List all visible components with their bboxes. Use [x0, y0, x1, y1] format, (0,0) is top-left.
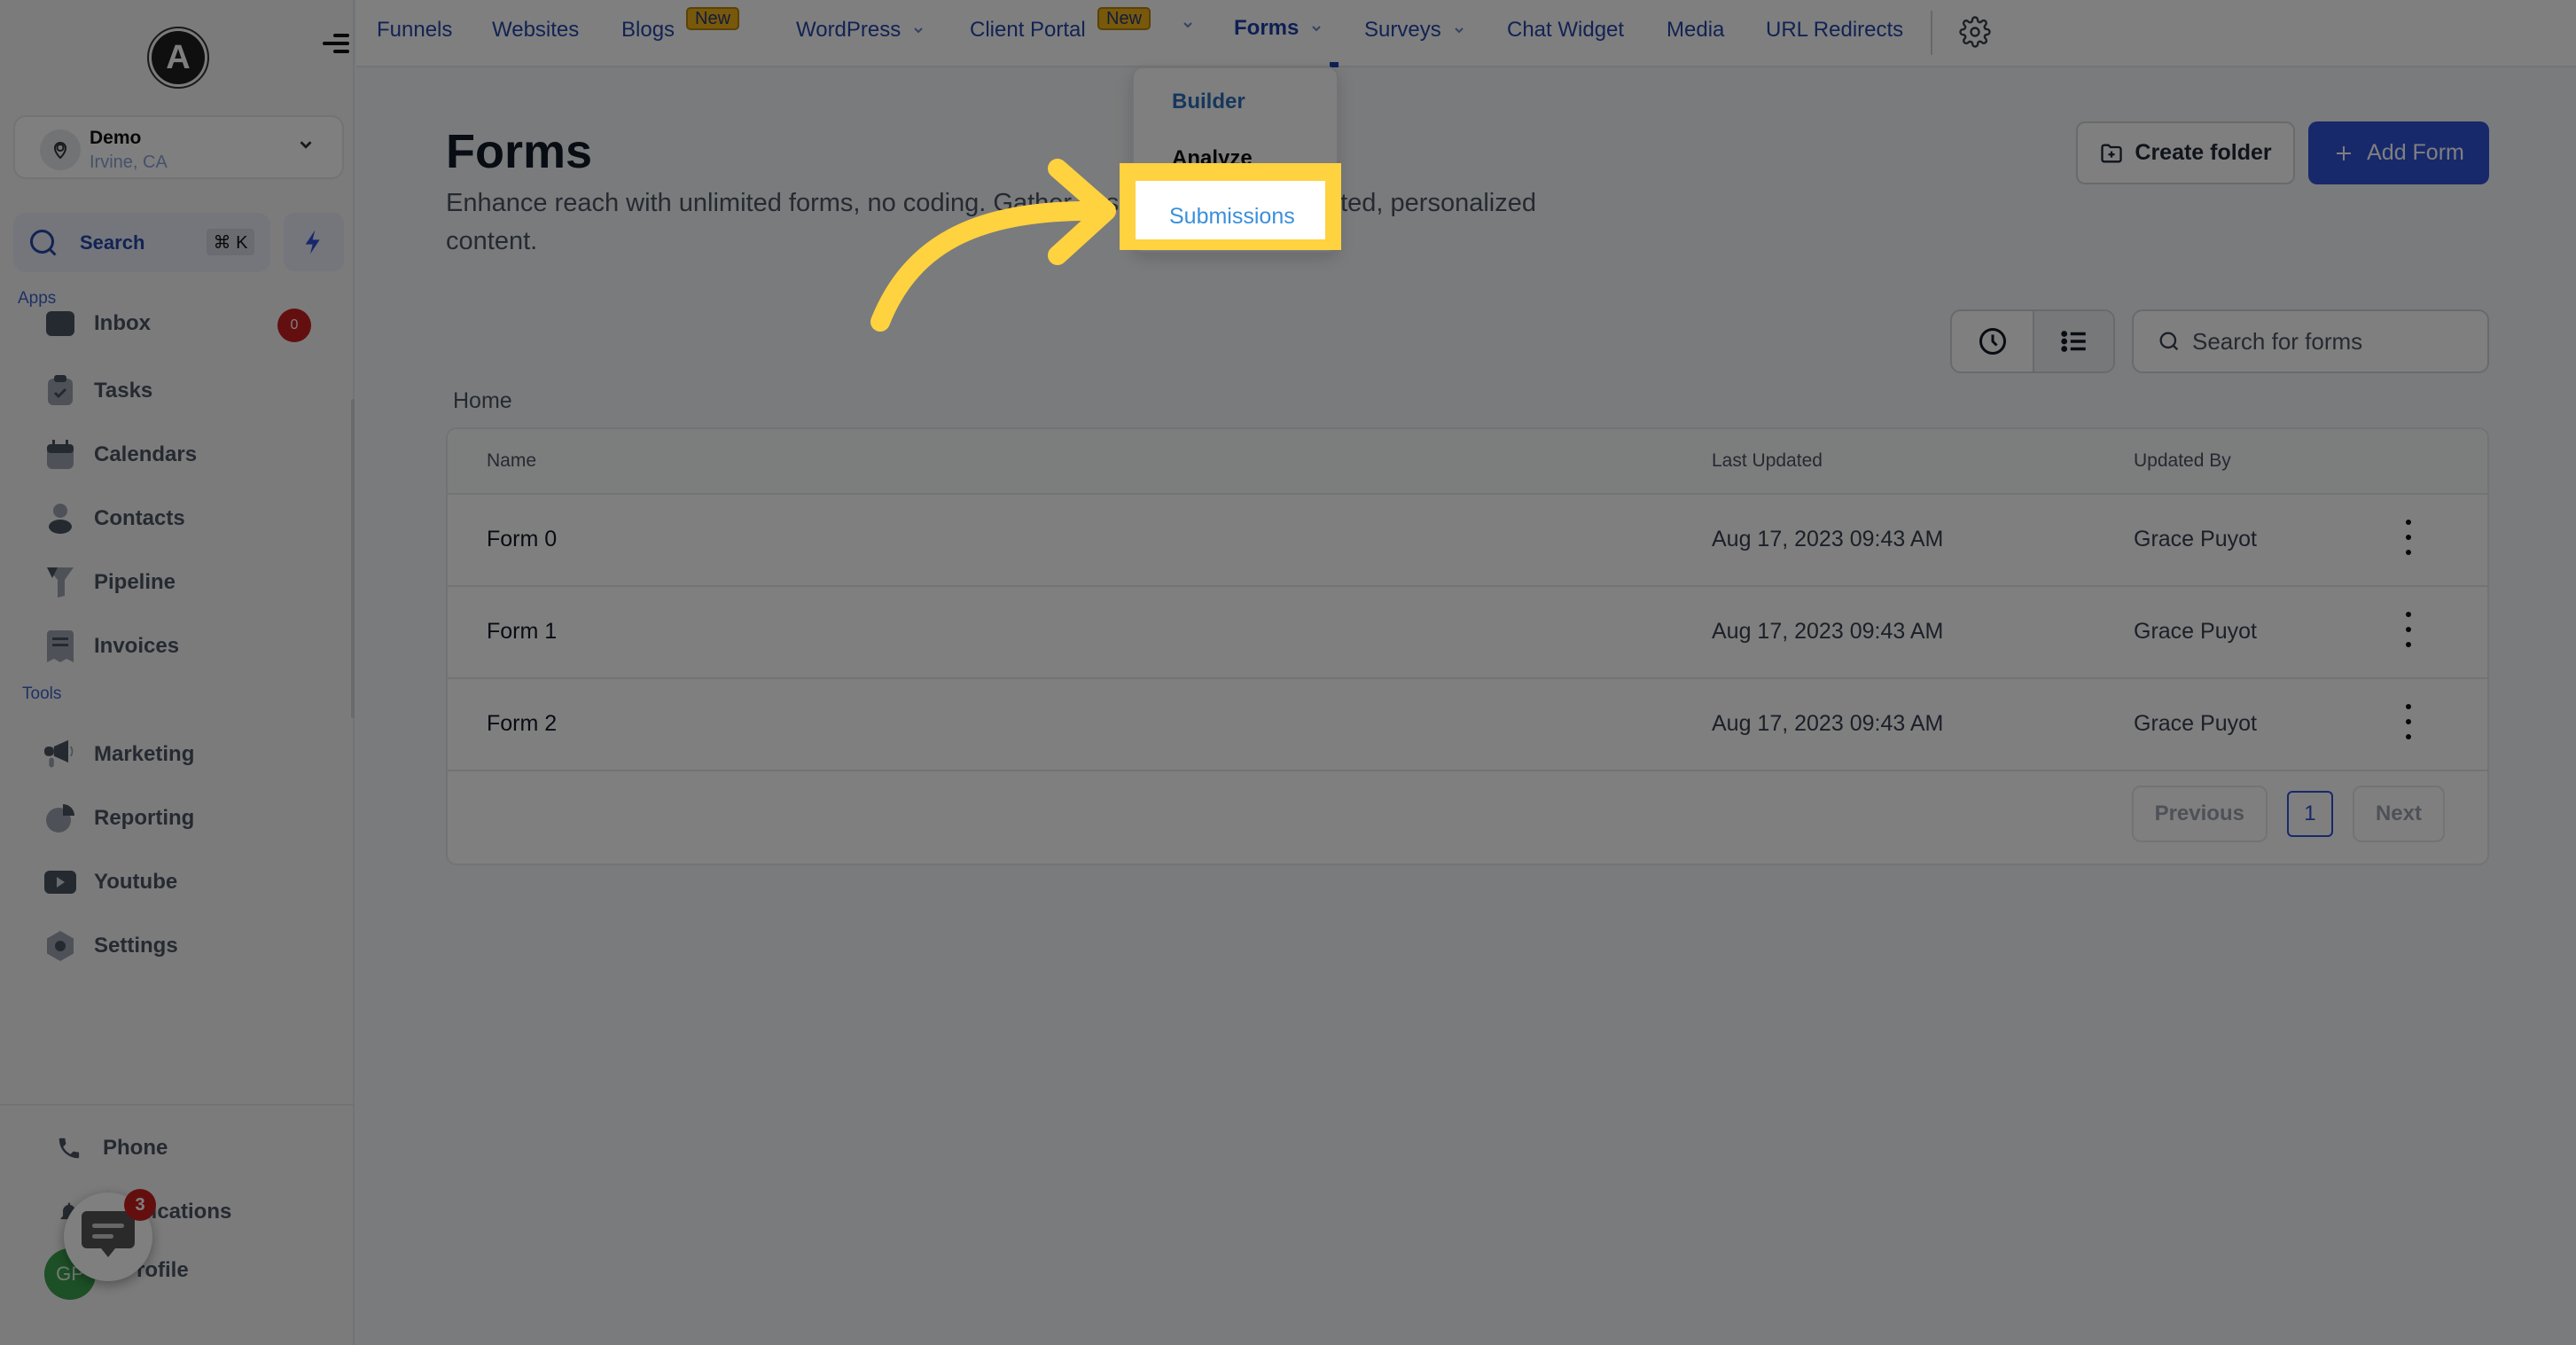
guide-arrow-icon [870, 159, 1116, 332]
menu-item-submissions[interactable]: Submissions [1136, 181, 1325, 239]
highlight-frame: Submissions [1120, 163, 1341, 250]
